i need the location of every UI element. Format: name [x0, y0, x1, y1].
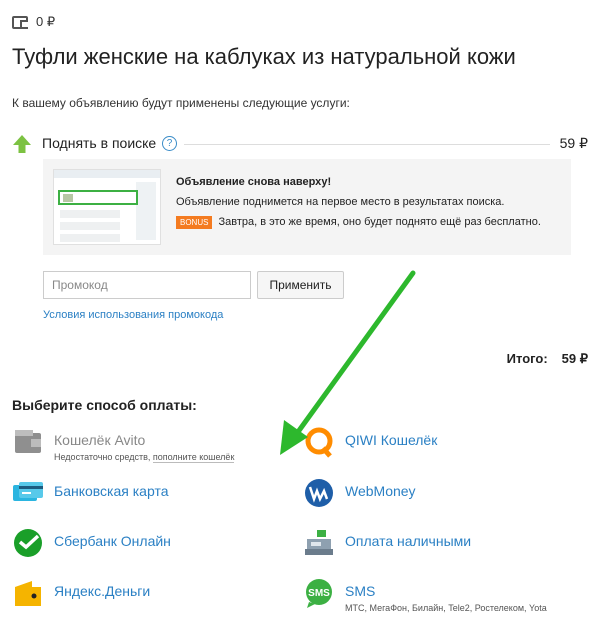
- payment-label: Банковская карта: [54, 483, 169, 499]
- total: Итого: 59 ₽: [507, 351, 588, 367]
- payment-note: Недостаточно средств, пополните кошелёк: [54, 452, 235, 463]
- wallet-balance-value: 0 ₽: [36, 14, 56, 29]
- payment-avito-wallet[interactable]: Кошелёк Avito Недостаточно средств, попо…: [12, 426, 235, 463]
- total-value: 59 ₽: [561, 351, 588, 366]
- promo-code-input[interactable]: [43, 271, 251, 299]
- service-preview: Объявление снова наверху! Объявление под…: [43, 159, 571, 255]
- service-divider: [184, 144, 550, 145]
- yandex-money-icon: [12, 577, 44, 609]
- bonus-badge: Bonus: [176, 215, 213, 229]
- payment-sms[interactable]: SMS SMS МТС, МегаФон, Билайн, Tele2, Рос…: [303, 577, 547, 613]
- service-price: 59 ₽: [559, 135, 588, 151]
- payment-heading: Выберите способ оплаты:: [12, 397, 197, 413]
- sms-icon: SMS: [303, 577, 335, 609]
- preview-description: Объявление поднимется на первое место в …: [176, 196, 505, 208]
- avito-wallet-icon: [12, 426, 44, 458]
- wallet-balance[interactable]: 0 ₽: [12, 14, 55, 30]
- payment-label: WebMoney: [345, 483, 416, 499]
- svg-text:SMS: SMS: [308, 588, 330, 599]
- bank-card-icon: [12, 477, 44, 509]
- preview-thumbnail: [53, 169, 161, 245]
- payment-label: SMS: [345, 583, 376, 599]
- payment-yandex-money[interactable]: Яндекс.Деньги: [12, 577, 150, 609]
- promo-terms-link[interactable]: Условия использования промокода: [43, 309, 223, 321]
- payment-label: Оплата наличными: [345, 533, 472, 549]
- preview-title: Объявление снова наверху!: [176, 176, 332, 188]
- webmoney-icon: [303, 477, 335, 509]
- payment-webmoney[interactable]: WebMoney: [303, 477, 416, 509]
- service-label: Поднять в поиске: [42, 135, 157, 151]
- annotation-arrow: [280, 270, 416, 455]
- total-label: Итого:: [506, 351, 548, 366]
- cash-register-icon: [303, 527, 335, 559]
- help-icon[interactable]: ?: [162, 136, 177, 151]
- sms-operators: МТС, МегаФон, Билайн, Tele2, Ростелеком,…: [345, 603, 547, 613]
- wallet-icon: [12, 15, 28, 29]
- intro-text: К вашему объявлению будут применены след…: [12, 96, 350, 110]
- payment-label: Яндекс.Деньги: [54, 583, 151, 599]
- payment-label: Кошелёк Avito: [54, 432, 146, 448]
- bonus-text: Завтра, в это же время, оно будет поднят…: [218, 216, 541, 228]
- payment-label: Сбербанк Онлайн: [54, 533, 171, 549]
- sberbank-icon: [12, 527, 44, 559]
- service-row: Поднять в поиске ? 59 ₽: [12, 132, 590, 154]
- page-title: Туфли женские на каблуках из натуральной…: [12, 44, 516, 69]
- top-up-wallet-link[interactable]: пополните кошелёк: [152, 452, 235, 463]
- payment-sberbank[interactable]: Сбербанк Онлайн: [12, 527, 171, 559]
- payment-bank-card[interactable]: Банковская карта: [12, 477, 168, 509]
- payment-cash[interactable]: Оплата наличными: [303, 527, 471, 559]
